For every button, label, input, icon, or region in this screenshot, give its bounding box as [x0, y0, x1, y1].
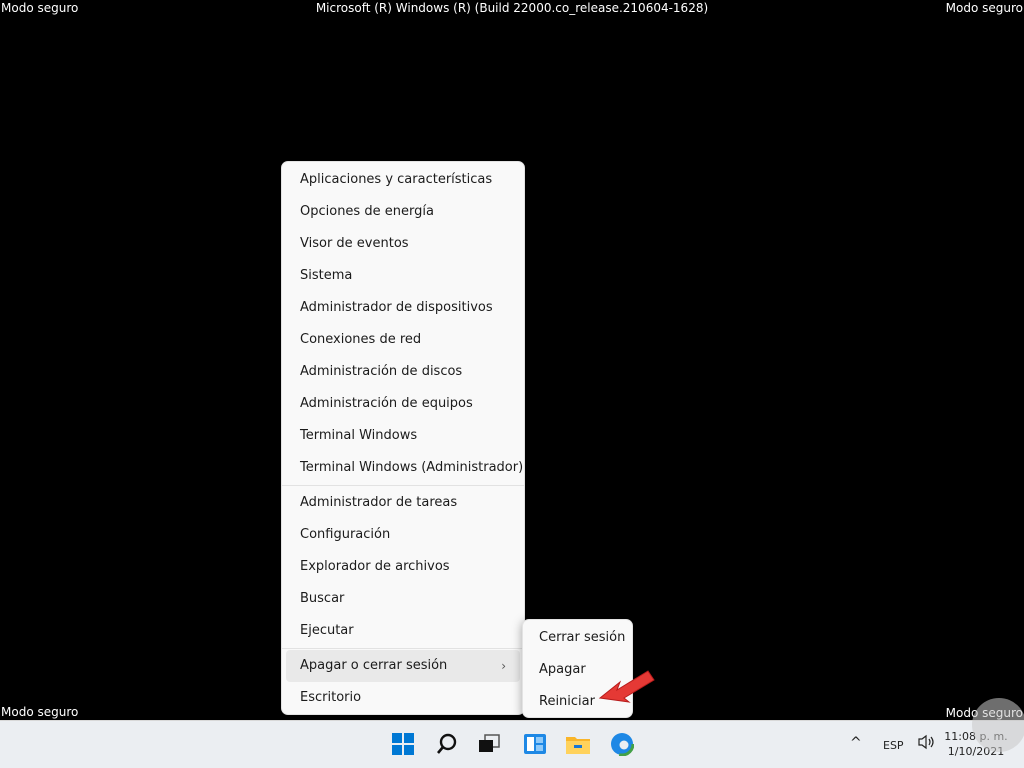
menu-item-event-viewer[interactable]: Visor de eventos: [286, 228, 520, 260]
menu-item-task-manager[interactable]: Administrador de tareas: [286, 487, 520, 519]
windows-start-icon[interactable]: [388, 729, 418, 759]
task-view-icon[interactable]: [474, 729, 504, 759]
search-icon[interactable]: [432, 729, 462, 759]
menu-item-computer-management[interactable]: Administración de equipos: [286, 388, 520, 420]
edge-icon[interactable]: [607, 729, 637, 759]
menu-item-file-explorer[interactable]: Explorador de archivos: [286, 551, 520, 583]
submenu-item-sign-out[interactable]: Cerrar sesión: [525, 622, 630, 654]
menu-item-desktop[interactable]: Escritorio: [286, 682, 520, 714]
menu-item-apps-features[interactable]: Aplicaciones y características: [286, 164, 520, 196]
menu-item-power-options[interactable]: Opciones de energía: [286, 196, 520, 228]
taskbar: Modo seguro: [0, 706, 1024, 768]
menu-item-device-manager[interactable]: Administrador de dispositivos: [286, 292, 520, 324]
red-arrow-annotation-icon: [598, 670, 655, 703]
menu-item-network-connections[interactable]: Conexiones de red: [286, 324, 520, 356]
menu-item-run[interactable]: Ejecutar: [286, 615, 520, 647]
menu-item-windows-terminal[interactable]: Terminal Windows: [286, 420, 520, 452]
volume-icon[interactable]: [917, 734, 935, 754]
file-explorer-icon[interactable]: [563, 729, 593, 759]
safe-mode-label-bottom-left: Modo seguro: [1, 705, 79, 719]
menu-item-shutdown-signout[interactable]: Apagar o cerrar sesión ›: [286, 650, 520, 682]
chevron-right-icon: ›: [501, 659, 506, 673]
input-language-indicator[interactable]: ESP: [883, 739, 904, 752]
menu-item-search[interactable]: Buscar: [286, 583, 520, 615]
menu-item-settings[interactable]: Configuración: [286, 519, 520, 551]
menu-item-label: Apagar o cerrar sesión: [300, 658, 448, 673]
safe-mode-label-top-right: Modo seguro: [945, 1, 1023, 15]
tray-overflow-chevron-icon[interactable]: ^: [850, 735, 862, 751]
winx-context-menu: Aplicaciones y características Opciones …: [281, 161, 525, 715]
widgets-icon[interactable]: [520, 729, 550, 759]
menu-item-disk-management[interactable]: Administración de discos: [286, 356, 520, 388]
watermark-logo-icon: [972, 698, 1024, 752]
menu-item-windows-terminal-admin[interactable]: Terminal Windows (Administrador): [286, 452, 523, 484]
menu-separator: [282, 648, 524, 649]
build-watermark: Microsoft (R) Windows (R) (Build 22000.c…: [315, 1, 709, 15]
menu-separator: [282, 485, 524, 486]
menu-item-system[interactable]: Sistema: [286, 260, 520, 292]
